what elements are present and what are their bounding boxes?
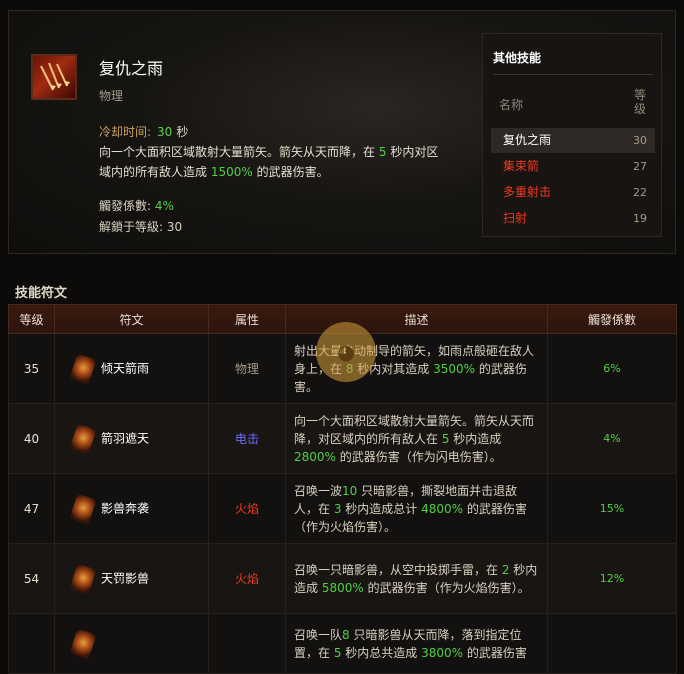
cooldown-value: 30 (157, 125, 173, 139)
rune-row: 40 箭羽遮天 电击 向一个大面积区域散射大量箭矢。箭矢从天而降，对区域内的所有敌人在… (8, 403, 677, 474)
col-rune: 符文 (54, 304, 209, 334)
rune-desc-value: 5 (333, 645, 342, 660)
other-skill-item[interactable]: 多重射击 22 (491, 180, 655, 205)
rune-desc-value: 10 (342, 483, 358, 498)
rune-proc (547, 613, 677, 674)
other-skill-name: 扫射 (503, 211, 528, 225)
desc-text: 向一个大面积区域散射大量箭矢。箭矢从天而降，在 (99, 145, 376, 159)
rune-desc-text: 的武器伤害（作为火焰伤害）。 (363, 580, 530, 595)
rune-cell: 天罚影兽 (54, 543, 209, 614)
rune-element: 电击 (208, 403, 286, 474)
rune-icon (69, 353, 97, 384)
rune-desc-value: 5800% (321, 580, 364, 595)
rune-desc-value: 3800% (421, 645, 464, 660)
rune-name: 倾天箭雨 (101, 361, 150, 375)
rune-desc-value: 2800% (294, 449, 336, 464)
other-skills-col-name: 名称 (499, 98, 524, 112)
other-skill-level: 27 (633, 160, 647, 173)
desc-seconds: 5 (378, 145, 387, 159)
rune-level: 40 (8, 403, 55, 474)
other-skill-level: 22 (633, 186, 647, 199)
cooldown-label: 冷却时间: (99, 125, 152, 139)
rune-desc-value: 8 (342, 627, 350, 642)
rune-description: 召唤一波10 只暗影兽，撕裂地面并击退敌人，在 3 秒内造成总计 4800% 的… (285, 473, 548, 544)
rune-icon (69, 493, 97, 524)
proc-label: 觸發係數: (99, 199, 152, 213)
proc-coefficient: 觸發係數: 4% (99, 197, 174, 214)
skill-runes-heading: 技能符文 (15, 286, 68, 301)
desc-damage: 1500% (210, 165, 253, 179)
desc-text: 的武器伤害。 (256, 165, 329, 179)
rune-row: 召唤一队8 只暗影兽从天而降，落到指定位置，在 5 秒内总共造成 3800% 的… (8, 613, 677, 674)
rune-element (208, 613, 286, 674)
col-proc: 觸發係數 (547, 304, 677, 334)
unlock-level: 解鎖于等級: 30 (99, 220, 183, 234)
rune-desc-value: 4800% (421, 501, 464, 516)
rune-description: 召唤一只暗影兽，从空中投掷手雷，在 2 秒内造成 5800% 的武器伤害（作为火… (285, 543, 548, 614)
other-skills-panel: 其他技能 名称 等级 复仇之雨 30 集束箭 27 多重射击 22 扫射 19 (482, 33, 662, 237)
rune-name: 箭羽遮天 (101, 431, 150, 445)
rune-icon (69, 423, 97, 454)
other-skill-name: 集束箭 (503, 159, 540, 173)
rune-name: 影兽奔袭 (101, 501, 150, 515)
cooldown: 冷却时间: 30 秒 (99, 123, 188, 140)
col-element: 属性 (208, 304, 286, 334)
rune-proc: 4% (547, 403, 677, 474)
rune-desc-text: 的武器伤害（作为闪电伤害）。 (335, 449, 502, 464)
other-skill-level: 19 (633, 212, 647, 225)
rune-element: 火焰 (208, 543, 286, 614)
rune-desc-value: 3500% (433, 361, 476, 376)
rune-icon (69, 563, 97, 594)
divider (493, 74, 653, 75)
cooldown-unit: 秒 (176, 125, 189, 139)
rune-element: 物理 (208, 333, 286, 404)
rune-desc-text: 召唤一队 (294, 627, 343, 642)
skill-detail-panel: 复仇之雨 物理 冷却时间: 30 秒 向一个大面积区域散射大量箭矢。箭矢从天而降，在… (8, 10, 676, 254)
col-level: 等级 (8, 304, 55, 334)
rune-desc-text: 召唤一只暗影兽，从空中投掷手雷，在 (294, 562, 502, 577)
rune-row: 47 影兽奔袭 火焰 召唤一波10 只暗影兽，撕裂地面并击退敌人，在 3 秒内造成总计… (8, 473, 677, 544)
rune-desc-text: 的武器伤害 (463, 645, 527, 660)
other-skill-level: 30 (633, 134, 647, 147)
rune-desc-text: 秒内造成 (449, 431, 502, 446)
rune-proc: 6% (547, 333, 677, 404)
rune-element: 火焰 (208, 473, 286, 544)
rune-icon (69, 628, 97, 659)
rune-proc: 15% (547, 473, 677, 544)
other-skill-item[interactable]: 复仇之雨 30 (491, 128, 655, 153)
rune-name: 天罚影兽 (101, 571, 150, 585)
rune-cell: 箭羽遮天 (54, 403, 209, 474)
other-skill-name: 复仇之雨 (503, 133, 552, 147)
other-skill-item[interactable]: 扫射 19 (491, 206, 655, 231)
rune-level: 54 (8, 543, 55, 614)
rune-desc-text: 秒内总共造成 (341, 645, 422, 660)
rune-description: 向一个大面积区域散射大量箭矢。箭矢从天而降，对区域内的所有敌人在 5 秒内造成 … (285, 403, 548, 474)
arrows-icon (40, 62, 70, 91)
rune-desc-text: 秒内造成总计 (341, 501, 422, 516)
skill-description: 向一个大面积区域散射大量箭矢。箭矢从天而降，在 5 秒内对区域内的所有敌人造成 … (99, 142, 449, 182)
skill-type: 物理 (99, 89, 124, 103)
rune-row: 54 天罚影兽 火焰 召唤一只暗影兽，从空中投掷手雷，在 2 秒内造成 5800% 的… (8, 543, 677, 614)
rune-description: 召唤一队8 只暗影兽从天而降，落到指定位置，在 5 秒内总共造成 3800% 的… (285, 613, 548, 674)
rune-cell: 倾天箭雨 (54, 333, 209, 404)
rune-desc-text: 召唤一波 (294, 483, 343, 498)
rain-of-vengeance-skill-icon (31, 54, 77, 100)
rune-level (8, 613, 55, 674)
other-skill-name: 多重射击 (503, 185, 552, 199)
skill-title: 复仇之雨 (99, 59, 164, 78)
proc-value: 4% (154, 199, 174, 213)
rune-cell: 影兽奔袭 (54, 473, 209, 544)
other-skill-item[interactable]: 集束箭 27 (491, 154, 655, 179)
watermark-emblem: ◕ (316, 322, 376, 382)
rune-level: 47 (8, 473, 55, 544)
other-skills-col-level: 等级 (633, 88, 646, 116)
other-skills-title: 其他技能 (493, 51, 542, 65)
rune-level: 35 (8, 333, 55, 404)
rune-proc: 12% (547, 543, 677, 614)
rune-cell (54, 613, 209, 674)
